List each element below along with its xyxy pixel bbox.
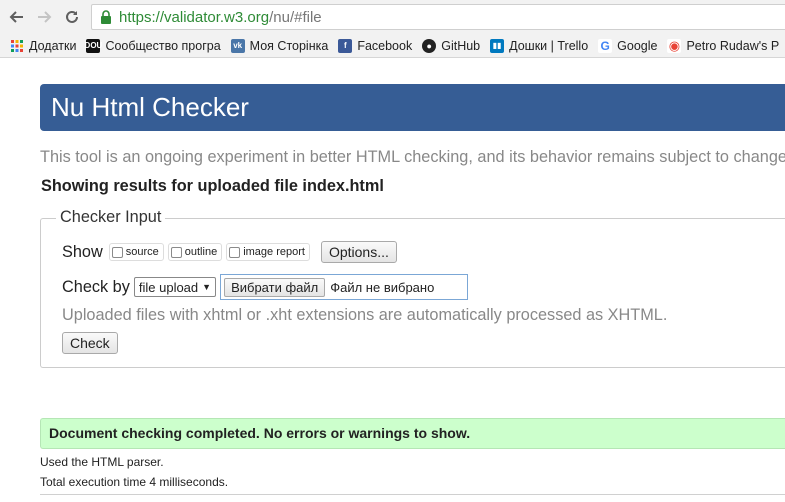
execution-time-info: Total execution time 4 milliseconds. [40,475,229,489]
bookmark-item[interactable]: DOU Сообщество програ [85,38,221,53]
dou-icon: DOU [85,38,102,53]
bookmark-label: Google [617,38,658,53]
parser-info: Used the HTML parser. [40,455,164,469]
bookmark-item[interactable]: ● GitHub [422,38,481,53]
source-option[interactable]: source [108,243,164,261]
xhtml-note: Uploaded files with xhtml or .xht extens… [62,306,668,324]
check-by-label: Check by [62,277,130,296]
results-heading: Showing results for uploaded file index.… [41,177,384,195]
github-icon: ● [422,38,437,53]
trello-icon: ▮▮ [490,38,505,53]
check-button[interactable]: Check [62,332,118,354]
divider [40,494,785,495]
google-icon: G [598,38,613,53]
bookmark-label: Дошки | Trello [509,38,589,53]
bookmark-item[interactable]: ▮▮ Дошки | Trello [490,38,589,53]
back-arrow-icon[interactable] [6,6,28,28]
bookmark-label: Сообщество програ [105,38,221,53]
url-text: https://validator.w3.org/nu/#file [119,8,322,26]
reload-icon[interactable] [61,6,83,28]
success-message: Document checking completed. No errors o… [40,418,785,449]
apps-grid-icon [10,39,24,53]
bookmarks-bar: Додатки DOU Сообщество програ vk Моя Сторінк… [0,34,785,58]
checker-input-legend: Checker Input [56,208,166,227]
bookmark-label: Моя Сторінка [249,38,329,53]
dropdown-arrow-icon: ▼ [202,282,212,292]
outline-option[interactable]: outline [167,243,223,261]
show-options-row: Show source outline image report Options… [62,241,397,263]
bookmark-item[interactable]: f Facebook [338,38,413,53]
bookmark-label: Petro Rudaw's P [686,38,780,53]
bookmark-label: GitHub [441,38,481,53]
bookmark-label: Додатки [29,38,77,53]
check-by-select[interactable]: file upload ▼ [133,277,217,297]
image-report-checkbox[interactable] [229,246,241,258]
facebook-icon: f [338,38,353,53]
file-input[interactable]: Вибрати файл Файл не вибрано [220,274,469,300]
options-button[interactable]: Options... [320,241,397,263]
address-bar[interactable]: https://validator.w3.org/nu/#file [91,4,785,30]
show-label: Show [62,242,103,261]
bookmark-item[interactable]: ◉ Petro Rudaw's P [667,37,780,53]
header-banner: Nu Html Checker [40,84,785,131]
bookmark-item[interactable]: Додатки [10,39,76,53]
check-by-row: Check by file upload ▼ Вибрати файл Файл… [62,274,469,300]
lock-icon [101,10,111,24]
vk-icon: vk [230,38,245,53]
outline-checkbox[interactable] [170,246,182,258]
page-title: Nu Html Checker [51,92,249,122]
forward-arrow-icon[interactable] [33,6,55,28]
source-checkbox[interactable] [111,246,123,258]
browser-toolbar: https://validator.w3.org/nu/#file [0,0,785,34]
bookmark-item[interactable]: G Google [598,38,658,53]
image-report-option[interactable]: image report [226,243,310,261]
choose-file-button[interactable]: Вибрати файл [224,277,326,297]
chrome-icon: ◉ [667,37,682,53]
bookmark-item[interactable]: vk Моя Сторінка [230,38,329,53]
bookmark-label: Facebook [357,38,413,53]
intro-text: This tool is an ongoing experiment in be… [40,148,785,166]
no-file-text: Файл не вибрано [330,279,435,295]
